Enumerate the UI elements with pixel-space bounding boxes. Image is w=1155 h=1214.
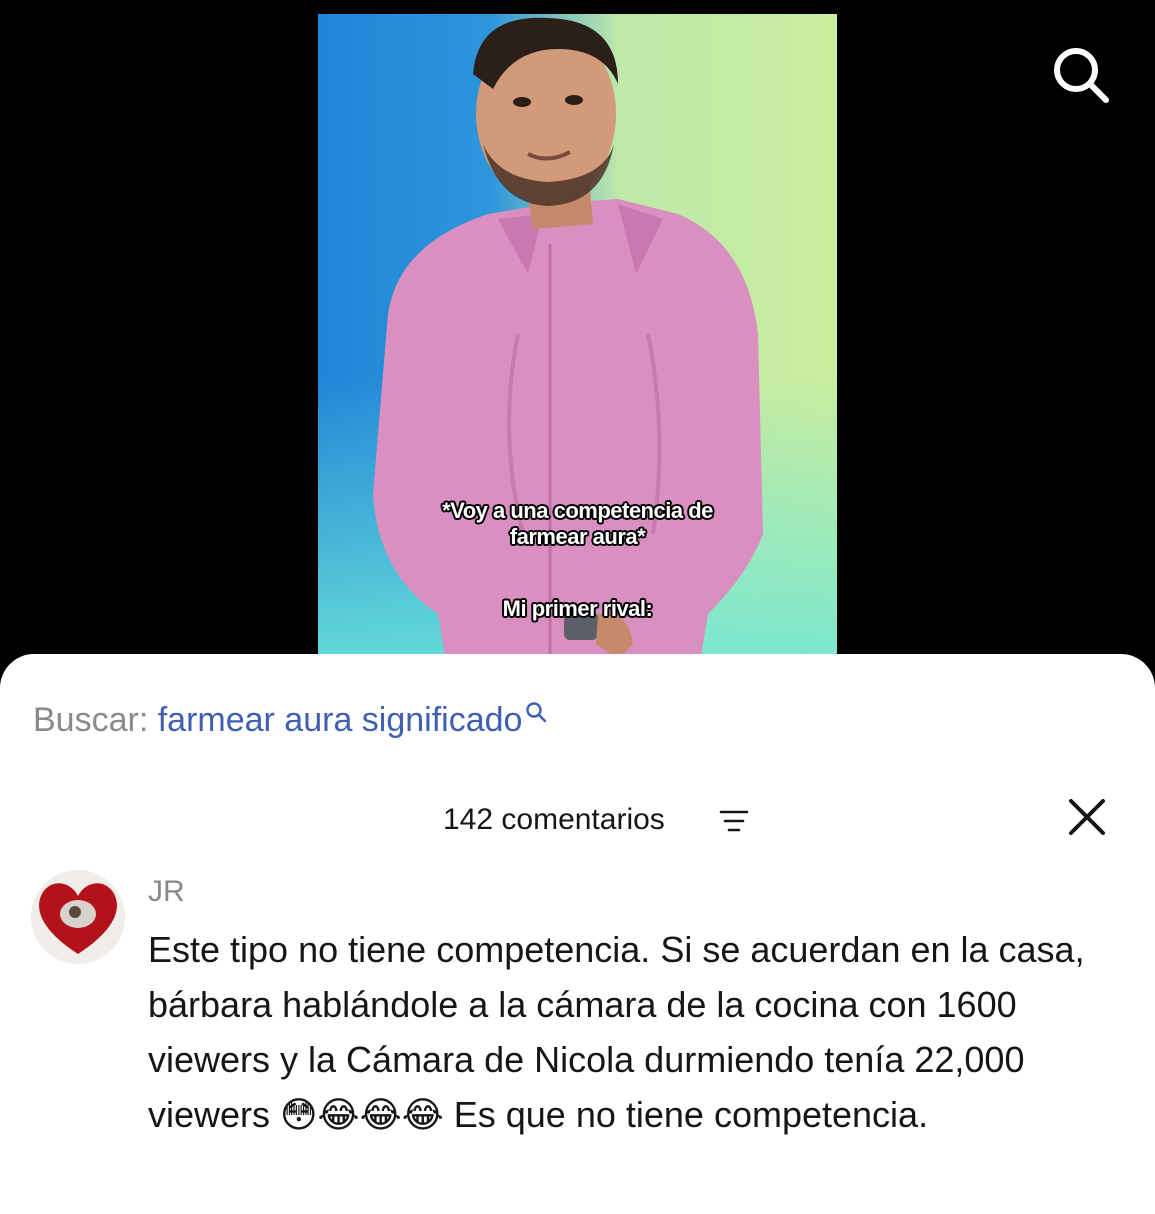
comment-count: 142 comentarios [443, 803, 665, 836]
search-suggestion-label: Buscar: [33, 701, 149, 739]
search-icon [1054, 48, 1109, 103]
video-frame[interactable]: *Voy a una competencia de farmear aura* … [318, 14, 837, 674]
video-caption-line: farmear aura* [509, 524, 646, 549]
sort-icon[interactable] [719, 808, 749, 834]
video-player[interactable]: *Voy a una competencia de farmear aura* … [0, 0, 1155, 700]
video-caption-line: *Voy a una competencia de [442, 498, 713, 523]
comment-text: Este tipo no tiene competencia. Si se ac… [148, 929, 1085, 1135]
search-button[interactable] [1050, 44, 1112, 106]
video-person-figure [373, 17, 763, 674]
video-caption-line: Mi primer rival: [502, 596, 653, 621]
comment-author[interactable]: JR [148, 874, 185, 910]
search-icon [526, 702, 547, 723]
search-suggestion[interactable]: Buscar: farmear aura significado [33, 700, 548, 740]
comments-header: 142 comentarios [0, 798, 1155, 842]
search-suggestion-query[interactable]: farmear aura significado [158, 701, 523, 739]
avatar[interactable] [31, 870, 125, 964]
heart-mirror-avatar-image [31, 870, 125, 964]
close-icon[interactable] [1066, 796, 1108, 838]
